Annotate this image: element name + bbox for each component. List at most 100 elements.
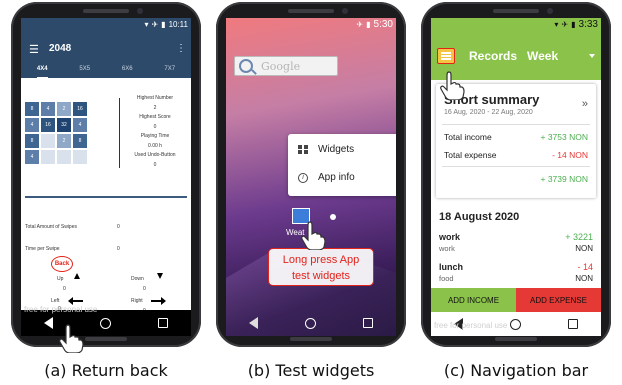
panel-test-widgets: ✈ ▮ 5:30 Google Widgets i App info Weat: [216, 0, 406, 385]
phone-frame: ✈ ▮ 5:30 Google Widgets i App info Weat: [216, 2, 406, 347]
down-label: Down: [131, 276, 144, 282]
chevron-down-icon[interactable]: [589, 54, 595, 58]
phone-chin: [85, 337, 127, 341]
watermark: free for personal use: [24, 305, 98, 314]
add-income-button[interactable]: ADD INCOME: [431, 288, 516, 312]
google-search-bar[interactable]: Google: [234, 56, 338, 76]
up-value: 0: [63, 286, 66, 292]
battery-icon: ▮: [366, 20, 371, 29]
nav-drawer-icon[interactable]: [437, 48, 455, 64]
summary-dates: 16 Aug, 2020 - 22 Aug, 2020: [444, 109, 533, 116]
status-time: 3:33: [578, 19, 598, 30]
phone-speaker: [288, 9, 334, 13]
board-tile: 4: [25, 118, 39, 132]
entry-name: lunch: [439, 262, 463, 272]
down-value: 0: [143, 286, 146, 292]
board-tile: 4: [25, 150, 39, 164]
wifi-icon: ▾: [144, 20, 149, 29]
tab-6x6[interactable]: 6X6: [122, 66, 133, 78]
board-tile: 2: [57, 102, 71, 116]
board-tile: 4: [41, 102, 55, 116]
total-income-label: Total income: [444, 132, 492, 142]
menu-item-app-info[interactable]: i App info: [298, 172, 355, 183]
phone-screen: ▾ ✈ ▮ 3:33 Records Week Short summary 16…: [431, 18, 601, 336]
total-expense-value: - 14 NON: [552, 150, 588, 160]
nav-home-icon[interactable]: [509, 318, 521, 330]
entry-currency: NON: [575, 244, 593, 253]
nav-back-icon[interactable]: [44, 317, 54, 329]
info-icon: i: [298, 172, 308, 183]
statistics-body: 8 4 2 16 4 16 32 4 8 2 8 4 Highest Number 2 Highest…: [21, 80, 191, 314]
divider: [442, 124, 590, 125]
swipes-value: 0: [117, 224, 120, 230]
tab-5x5[interactable]: 5X5: [79, 66, 90, 78]
menu-item-app-info-label: App info: [318, 172, 355, 183]
entry-currency: NON: [575, 274, 593, 283]
undo-label: Used Undo-Button: [134, 152, 176, 158]
tab-records[interactable]: Records: [469, 49, 517, 63]
nav-home-icon[interactable]: [99, 317, 111, 329]
nav-recents-icon[interactable]: [157, 318, 168, 328]
phone-chin: [495, 337, 537, 341]
app-title: 2048: [49, 43, 72, 54]
time-per-swipe-label: Time per Swipe: [25, 246, 60, 252]
up-label: Up: [57, 276, 64, 282]
highest-score-value: 0: [153, 123, 157, 130]
period-selector[interactable]: Week: [527, 49, 558, 63]
highest-number-label: Highest Number: [136, 95, 174, 101]
more-options-icon[interactable]: ⋮: [176, 43, 186, 54]
playing-time-value: 0.00 h: [148, 142, 162, 149]
nav-recents-icon[interactable]: [567, 319, 578, 329]
board-tile: 16: [41, 118, 55, 132]
menu-item-widgets[interactable]: Widgets: [298, 144, 354, 155]
page-indicator: [330, 214, 336, 220]
phone-camera: [342, 8, 348, 14]
section-divider: [25, 196, 187, 198]
search-placeholder: Google: [261, 59, 301, 73]
tab-7x7[interactable]: 7X7: [164, 66, 175, 78]
panel-navigation-bar: ▾ ✈ ▮ 3:33 Records Week Short summary 16…: [421, 0, 611, 385]
game-board-preview: 8 4 2 16 4 16 32 4 8 2 8 4: [25, 102, 87, 164]
add-expense-button[interactable]: ADD EXPENSE: [516, 288, 601, 312]
system-nav-bar: [226, 310, 396, 336]
board-tile: 16: [73, 102, 87, 116]
highest-number-value: 2: [153, 104, 157, 111]
phone-speaker: [493, 9, 539, 13]
status-bar: ▾ ✈ ▮ 10:11: [21, 18, 191, 31]
board-tile: 4: [73, 118, 87, 132]
watermark: free for personal use: [434, 321, 508, 330]
pointing-hand-icon: [301, 221, 326, 250]
hamburger-menu-icon[interactable]: ☰: [29, 43, 39, 56]
phone-chin: [290, 337, 332, 341]
total-income-value: + 3753 NON: [540, 132, 589, 142]
total-expense-label: Total expense: [444, 150, 497, 160]
nav-home-icon[interactable]: [304, 317, 316, 329]
chevron-right-icon[interactable]: »: [582, 98, 588, 110]
arrow-left-icon: [68, 297, 83, 305]
entry-amount: - 14: [577, 262, 593, 272]
swipes-label: Total Amount of Swipes: [25, 224, 77, 230]
net-total-value: + 3739 NON: [540, 174, 589, 184]
nav-back-icon[interactable]: [249, 317, 259, 329]
playing-time-label: Playing Time: [140, 133, 170, 139]
entry-amount: + 3221: [565, 232, 593, 242]
back-button[interactable]: Back: [51, 256, 73, 272]
nav-recents-icon[interactable]: [362, 318, 373, 328]
long-press-menu: Widgets i App info: [288, 134, 396, 196]
airplane-icon: ✈: [561, 20, 569, 29]
phone-speaker: [83, 9, 129, 13]
callout-line-1: Long press App: [282, 254, 360, 266]
panel-return-back: ▾ ✈ ▮ 10:11 ☰ 2048 ⋮ 4X4 5X5 6X6 7X7 842…: [11, 0, 201, 385]
phone-screen: ▾ ✈ ▮ 10:11 ☰ 2048 ⋮ 4X4 5X5 6X6 7X7 842…: [21, 18, 191, 336]
entry-category: work: [439, 244, 455, 253]
board-tile: 2: [57, 134, 71, 148]
summary-card[interactable]: Short summary 16 Aug, 2020 - 22 Aug, 202…: [436, 84, 596, 198]
tab-4x4[interactable]: 4X4: [36, 66, 48, 78]
right-label: Right: [131, 298, 143, 304]
board-tile: 8: [73, 134, 87, 148]
instruction-callout: Long press App test widgets: [268, 248, 374, 286]
caption-c: (c) Navigation bar: [443, 361, 589, 380]
status-bar: ▾ ✈ ▮ 3:33: [431, 18, 601, 31]
size-tabs: 4X4 5X5 6X6 7X7: [21, 66, 191, 78]
arrow-down-icon: [157, 273, 163, 279]
